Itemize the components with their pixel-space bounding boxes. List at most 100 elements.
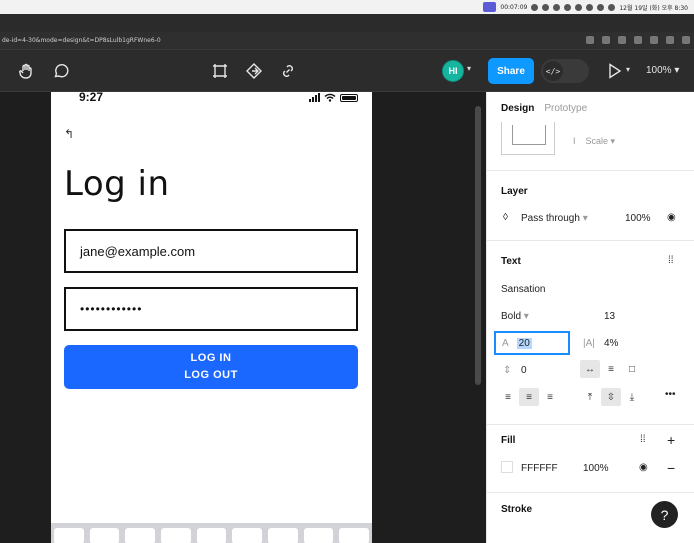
keyboard-key — [54, 528, 84, 543]
frame-tool-icon[interactable] — [211, 62, 229, 80]
help-button[interactable]: ? — [651, 501, 678, 528]
keyboard-key — [196, 528, 227, 543]
font-family-dropdown[interactable]: Sansation — [501, 284, 545, 295]
text-title: Text — [501, 256, 521, 267]
status-bar-time: 9:27 — [79, 92, 104, 104]
fill-color-swatch[interactable] — [501, 461, 513, 473]
chevron-down-icon[interactable]: ▾ — [626, 65, 630, 74]
screen-record-icon[interactable] — [483, 2, 497, 12]
more-options-icon[interactable]: ••• — [665, 389, 676, 400]
profile-icon[interactable] — [666, 36, 674, 44]
remove-fill-icon[interactable]: − — [667, 460, 675, 476]
battery-icon — [340, 93, 358, 102]
scale-dropdown[interactable]: Scale ▾ — [586, 136, 616, 147]
login-button-label: LOG IN — [190, 352, 232, 364]
password-field[interactable]: •••••••••••• — [64, 287, 358, 331]
bookmark-star-icon[interactable] — [602, 36, 610, 44]
url-text[interactable]: de-id=4-30&mode=design&t=DP8sLulb1gRFWne… — [0, 37, 161, 44]
menubar-app-icon[interactable] — [575, 3, 583, 11]
puzzle-icon[interactable] — [634, 36, 642, 44]
share-button[interactable]: Share — [488, 58, 534, 84]
link-icon[interactable] — [279, 62, 297, 80]
cell-signal-icon — [309, 93, 320, 102]
recording-time: 00:07:09 — [500, 3, 528, 11]
menubar-app-icon[interactable] — [564, 3, 572, 11]
font-weight-dropdown[interactable]: Bold ▾ — [501, 311, 529, 322]
address-bar[interactable]: de-id=4-30&mode=design&t=DP8sLulb1gRFWne… — [0, 32, 694, 50]
keyboard-key — [268, 528, 298, 543]
hand-tool-icon[interactable] — [17, 62, 35, 80]
fill-styles-icon[interactable]: ⁞⁞ — [640, 434, 646, 445]
back-arrow-icon[interactable]: ↰ — [64, 127, 74, 141]
layer-title: Layer — [501, 186, 528, 197]
email-field[interactable]: jane@example.com — [64, 229, 358, 273]
blend-mode-dropdown[interactable]: Pass through ▾ — [521, 213, 588, 224]
phone-frame[interactable]: 9:27 ↰ Log in jane@example.com •••••••••… — [51, 92, 372, 543]
line-height-input[interactable]: A 20 — [494, 331, 570, 355]
present-play-icon[interactable] — [608, 63, 622, 79]
tab-design[interactable]: Design — [501, 103, 534, 114]
comment-icon[interactable] — [52, 62, 70, 80]
menubar-app-icon[interactable] — [553, 3, 561, 11]
zoom-icon[interactable] — [586, 36, 594, 44]
keyboard-key — [232, 528, 263, 543]
auto-width-icon[interactable]: ↔ — [580, 360, 600, 378]
pause-icon[interactable] — [542, 3, 550, 11]
status-bar-icons — [309, 93, 358, 102]
keyboard-peek — [51, 523, 372, 543]
login-button[interactable]: LOG IN LOG OUT — [64, 345, 358, 389]
eye-icon[interactable]: ◉ — [639, 462, 648, 473]
layer-opacity[interactable]: 100% — [625, 213, 651, 224]
figma-toolbar — [0, 50, 694, 92]
scale-label: Scale — [585, 136, 609, 146]
menu-kebab-icon[interactable] — [682, 36, 690, 44]
user-avatar[interactable]: HI — [442, 60, 464, 82]
canvas-scrollbar[interactable] — [475, 106, 481, 385]
eye-icon[interactable]: ◉ — [667, 212, 676, 223]
address-bar-icons — [586, 36, 690, 44]
blend-mode-value: Pass through — [521, 213, 580, 224]
sidebar-icon[interactable] — [650, 36, 658, 44]
align-middle-icon[interactable]: ⇳ — [601, 388, 621, 406]
keyboard-key — [125, 528, 156, 543]
layer-section: Layer ◊ Pass through ▾ 100% ◉ — [487, 170, 694, 240]
fill-opacity-input[interactable]: 100% — [583, 463, 609, 474]
text-styles-icon[interactable]: ⁞⁞ — [668, 255, 674, 266]
fill-hex-input[interactable]: FFFFFF — [521, 463, 558, 474]
wifi-icon[interactable] — [597, 3, 605, 11]
chevron-down-icon[interactable]: ▾ — [467, 64, 471, 73]
align-right-icon[interactable]: ≡ — [540, 388, 560, 406]
extension-icon[interactable] — [618, 36, 626, 44]
align-left-icon[interactable]: ≡ — [498, 388, 518, 406]
fill-section: Fill ⁞⁞ + FFFFFF 100% ◉ − — [487, 424, 694, 492]
constraints-inner[interactable] — [512, 125, 546, 145]
bluetooth-icon[interactable] — [586, 3, 594, 11]
panel-tabs: Design Prototype — [501, 103, 587, 114]
zoom-level[interactable]: 100% ▾ — [646, 65, 679, 76]
logout-label: LOG OUT — [184, 369, 238, 381]
browser-tabstrip — [0, 14, 694, 32]
align-top-icon[interactable]: ⤒ — [580, 388, 600, 406]
dev-mode-toggle[interactable]: </> — [541, 59, 589, 83]
menubar-datetime[interactable]: 12월 19일 (화) 오후 8:30 — [619, 3, 688, 12]
line-height-value[interactable]: 20 — [516, 337, 532, 349]
stop-icon[interactable] — [531, 3, 539, 11]
line-height-icon: A — [502, 337, 509, 349]
paragraph-spacing-input[interactable]: 0 — [521, 365, 527, 376]
component-tool-icon[interactable] — [245, 62, 263, 80]
add-fill-icon[interactable]: + — [667, 432, 675, 448]
constraints-widget[interactable] — [501, 122, 555, 155]
stroke-title: Stroke — [501, 504, 533, 515]
align-bottom-icon[interactable]: ⤓ — [622, 388, 642, 406]
search-icon[interactable] — [608, 3, 616, 11]
design-canvas[interactable]: 9:27 ↰ Log in jane@example.com •••••••••… — [0, 92, 486, 543]
font-size-input[interactable]: 13 — [604, 311, 615, 322]
fixed-size-icon[interactable]: □ — [622, 360, 642, 378]
auto-height-icon[interactable]: ≡ — [601, 360, 621, 378]
tab-prototype[interactable]: Prototype — [544, 103, 587, 114]
constraint-scale[interactable]: I Scale ▾ — [573, 136, 615, 147]
letter-spacing-input[interactable]: 4% — [604, 338, 618, 349]
align-center-icon[interactable]: ≡ — [519, 388, 539, 406]
mac-menubar: 00:07:09 12월 19일 (화) 오후 8:30 — [0, 0, 694, 14]
code-icon: </> — [543, 61, 563, 81]
